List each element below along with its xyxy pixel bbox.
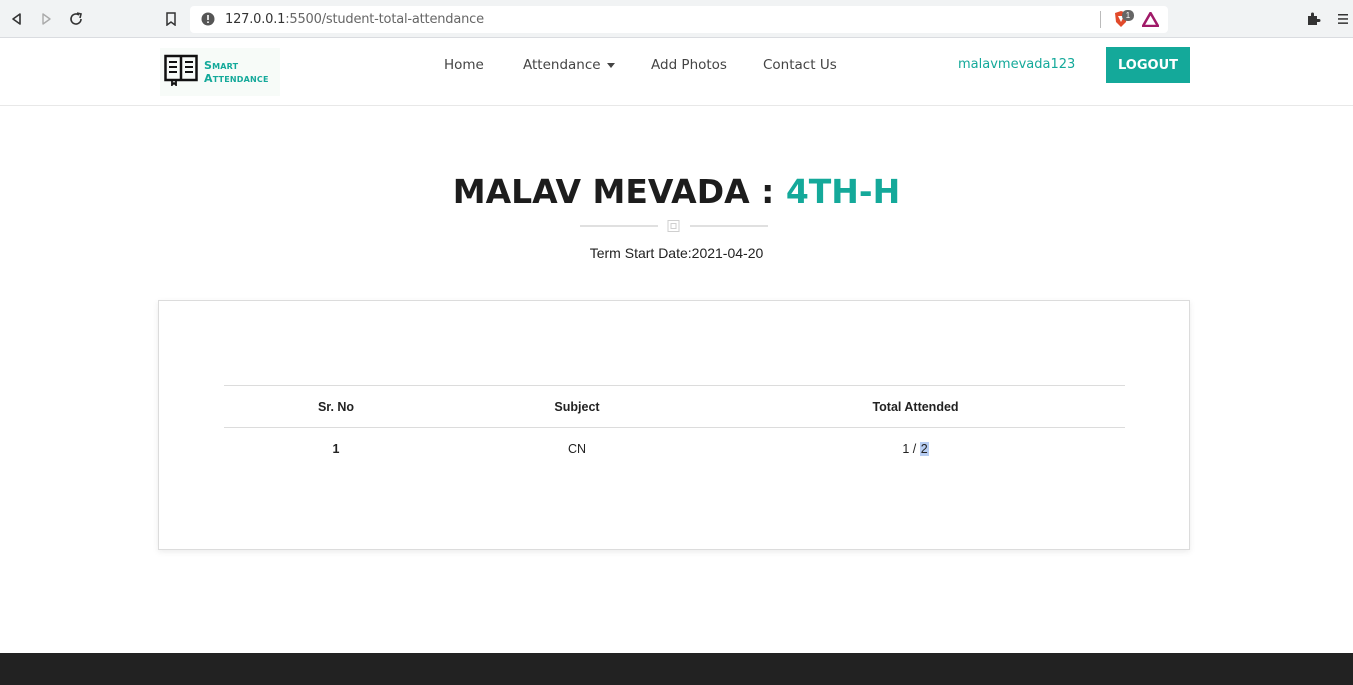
url-path: :5500/student-total-attendance bbox=[285, 12, 484, 27]
caret-down-icon bbox=[606, 62, 615, 68]
brave-rewards-icon[interactable] bbox=[1141, 11, 1160, 32]
logout-button[interactable]: LOGOUT bbox=[1106, 47, 1190, 83]
logo-text: Smart Attendance bbox=[204, 59, 269, 85]
student-name: MALAV MEVADA : bbox=[452, 172, 775, 211]
logo-line-1: Smart bbox=[204, 59, 239, 72]
bookmark-icon[interactable] bbox=[161, 9, 181, 29]
table-row: 1 CN 1 / 2 bbox=[224, 428, 1125, 470]
footer bbox=[0, 653, 1353, 685]
page-title: MALAV MEVADA : 4TH-H bbox=[0, 172, 1353, 211]
nav-home[interactable]: Home bbox=[444, 57, 484, 73]
forward-icon[interactable] bbox=[36, 9, 56, 29]
menu-icon[interactable] bbox=[1333, 9, 1353, 29]
cell-subject: CN bbox=[567, 441, 587, 456]
attendance-table: Sr. No Subject Total Attended 1 CN 1 / 2 bbox=[224, 385, 1125, 470]
logo[interactable]: Smart Attendance bbox=[160, 48, 280, 96]
cell-total-attended: 1 / 2 bbox=[706, 428, 1125, 470]
logo-line-2: Attendance bbox=[204, 72, 269, 85]
address-bar[interactable]: 127.0.0.1:5500/student-total-attendance … bbox=[190, 6, 1168, 33]
header-subject: Subject bbox=[448, 385, 706, 428]
attended-separator: / bbox=[909, 441, 920, 456]
nav-attendance-label: Attendance bbox=[523, 57, 601, 73]
table-header-row: Sr. No Subject Total Attended bbox=[224, 385, 1125, 428]
info-icon[interactable] bbox=[201, 12, 215, 31]
username-link[interactable]: malavmevada123 bbox=[958, 57, 1075, 72]
url-text: 127.0.0.1:5500/student-total-attendance bbox=[225, 12, 484, 27]
url-host: 127.0.0.1 bbox=[225, 12, 286, 27]
header-sr-no: Sr. No bbox=[224, 385, 448, 428]
class-name: 4TH-H bbox=[785, 172, 901, 211]
shield-badge: 1 bbox=[1122, 10, 1134, 21]
term-start-date: Term Start Date:2021-04-20 bbox=[589, 245, 764, 261]
book-icon bbox=[164, 54, 198, 91]
back-icon[interactable] bbox=[7, 9, 27, 29]
nav-attendance-dropdown[interactable]: Attendance bbox=[523, 57, 615, 73]
cell-sr-no: 1 bbox=[332, 441, 340, 456]
title-divider bbox=[580, 219, 768, 233]
attendance-card: Sr. No Subject Total Attended 1 CN 1 / 2 bbox=[158, 300, 1190, 550]
site-header: Smart Attendance Home Attendance Add Pho… bbox=[0, 38, 1353, 106]
url-divider bbox=[1100, 11, 1101, 28]
nav-contact-us[interactable]: Contact Us bbox=[763, 57, 837, 73]
extensions-icon[interactable] bbox=[1303, 9, 1323, 29]
total-classes: 2 bbox=[919, 441, 929, 456]
nav-add-photos[interactable]: Add Photos bbox=[651, 57, 727, 73]
header-total-attended: Total Attended bbox=[706, 385, 1125, 428]
reload-icon[interactable] bbox=[66, 9, 86, 29]
browser-toolbar: 127.0.0.1:5500/student-total-attendance … bbox=[0, 0, 1353, 38]
